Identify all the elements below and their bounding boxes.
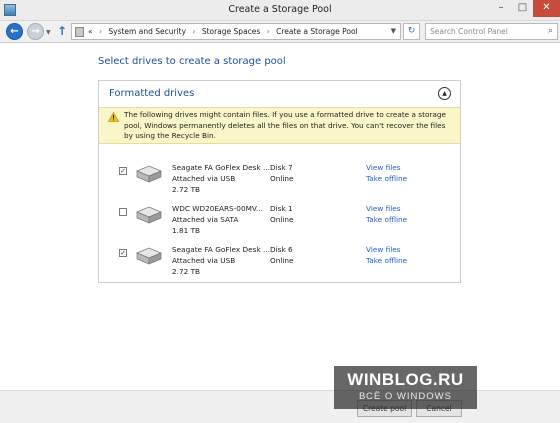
forward-button[interactable]: →: [27, 23, 44, 40]
chevron-down-icon[interactable]: ▼: [391, 27, 396, 35]
warning-icon: [108, 112, 119, 122]
control-panel-icon: [75, 27, 84, 37]
drive-checkbox[interactable]: ✓: [119, 167, 127, 175]
view-files-link[interactable]: View files: [366, 245, 401, 254]
minimize-button[interactable]: –: [490, 0, 512, 17]
warning-text: The following drives might contain files…: [124, 110, 446, 140]
drive-row: WDC WD20EARS-00MV... Attached via SATA 1…: [99, 204, 460, 240]
drive-name: Seagate FA GoFlex Desk ...: [172, 245, 270, 254]
maximize-button[interactable]: □: [512, 0, 533, 17]
warning-banner: The following drives might contain files…: [99, 107, 460, 144]
hard-drive-icon: [136, 206, 162, 224]
drive-checkbox[interactable]: ✓: [119, 249, 127, 257]
drive-disk-number: Disk 1: [270, 204, 293, 213]
breadcrumb-storage-spaces[interactable]: Storage Spaces: [202, 27, 261, 36]
chevron-right-icon[interactable]: ›: [99, 27, 102, 36]
drive-name: WDC WD20EARS-00MV...: [172, 204, 263, 213]
watermark-subtitle: ВСЁ О WINDOWS: [359, 391, 452, 402]
search-icon[interactable]: ⌕: [548, 26, 553, 36]
recent-pages-chevron-icon[interactable]: ▼: [46, 29, 51, 36]
refresh-button[interactable]: ↻: [403, 23, 420, 40]
breadcrumb: « › System and Security › Storage Spaces…: [88, 27, 358, 36]
navigation-bar: ← → ▼ ↑ « › System and Security › Storag…: [0, 21, 560, 43]
formatted-drives-panel: Formatted drives ▲ The following drives …: [98, 80, 461, 283]
watermark: WINBLOG.RU ВСЁ О WINDOWS: [334, 366, 477, 409]
page-title: Select drives to create a storage pool: [98, 56, 286, 67]
take-offline-link[interactable]: Take offline: [366, 256, 407, 265]
drive-connection: Attached via USB: [172, 174, 236, 183]
close-button[interactable]: ✕: [533, 0, 560, 17]
collapse-button[interactable]: ▲: [438, 87, 451, 100]
panel-header[interactable]: Formatted drives ▲: [99, 81, 460, 107]
chevron-right-icon[interactable]: ›: [192, 27, 195, 36]
drive-connection: Attached via SATA: [172, 215, 239, 224]
drive-disk-number: Disk 6: [270, 245, 293, 254]
panel-title: Formatted drives: [109, 88, 195, 99]
search-input[interactable]: Search Control Panel ⌕: [425, 23, 558, 40]
hard-drive-icon: [136, 165, 162, 183]
address-bar[interactable]: « › System and Security › Storage Spaces…: [71, 23, 401, 40]
drive-row: ✓ Seagate FA GoFlex Desk ... Attached vi…: [99, 163, 460, 199]
drive-size: 2.72 TB: [172, 185, 201, 194]
drive-row: ✓ Seagate FA GoFlex Desk ... Attached vi…: [99, 245, 460, 281]
title-bar: Create a Storage Pool – □ ✕: [0, 0, 560, 21]
back-button[interactable]: ←: [6, 23, 23, 40]
take-offline-link[interactable]: Take offline: [366, 215, 407, 224]
drive-size: 1.81 TB: [172, 226, 201, 235]
view-files-link[interactable]: View files: [366, 204, 401, 213]
drive-status: Online: [270, 256, 294, 265]
drive-size: 2.72 TB: [172, 267, 201, 276]
hard-drive-icon: [136, 247, 162, 265]
up-button[interactable]: ↑: [57, 24, 67, 38]
watermark-title: WINBLOG.RU: [347, 370, 464, 389]
chevron-right-icon[interactable]: ›: [267, 27, 270, 36]
drive-status: Online: [270, 215, 294, 224]
drive-disk-number: Disk 7: [270, 163, 293, 172]
search-placeholder: Search Control Panel: [430, 27, 508, 36]
drive-connection: Attached via USB: [172, 256, 236, 265]
drive-name: Seagate FA GoFlex Desk ...: [172, 163, 270, 172]
breadcrumb-overflow[interactable]: «: [88, 27, 93, 36]
breadcrumb-create-pool[interactable]: Create a Storage Pool: [276, 27, 358, 36]
breadcrumb-system-security[interactable]: System and Security: [108, 27, 186, 36]
drive-status: Online: [270, 174, 294, 183]
view-files-link[interactable]: View files: [366, 163, 401, 172]
window-title: Create a Storage Pool: [228, 4, 332, 15]
drive-checkbox[interactable]: [119, 208, 127, 216]
take-offline-link[interactable]: Take offline: [366, 174, 407, 183]
